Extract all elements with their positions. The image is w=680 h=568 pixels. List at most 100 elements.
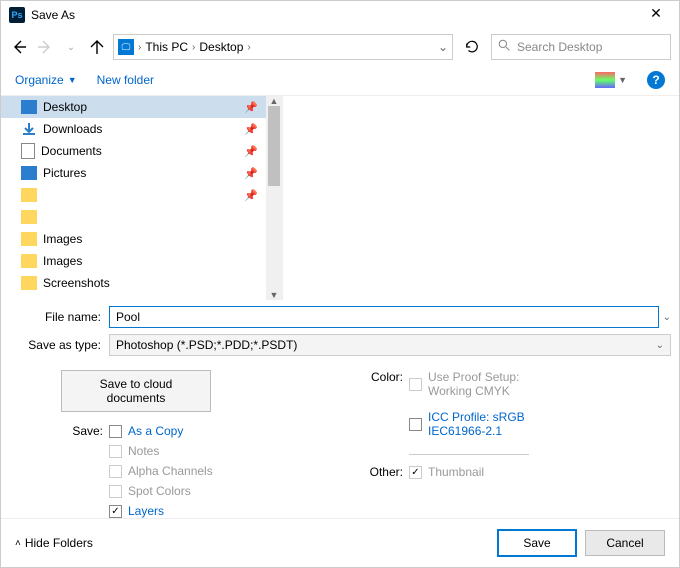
chk-layers[interactable]: ✓ Layers <box>109 504 213 518</box>
chevron-right-icon: › <box>138 42 141 53</box>
download-icon <box>21 122 37 136</box>
file-name-label: File name: <box>9 310 109 324</box>
breadcrumb-root[interactable]: This PC <box>145 40 188 54</box>
checkbox-icon <box>409 378 422 391</box>
window-title: Save As <box>31 8 75 22</box>
chevron-down-icon[interactable]: ⌄ <box>663 312 671 323</box>
content-pane[interactable] <box>282 96 679 300</box>
breadcrumb-leaf[interactable]: Desktop <box>199 40 243 54</box>
pin-icon: 📌 <box>244 123 258 136</box>
save-type-label: Save as type: <box>9 338 109 352</box>
pc-icon: 🖵 <box>118 39 134 55</box>
pin-icon: 📌 <box>244 145 258 158</box>
folder-tree[interactable]: Desktop 📌 Downloads 📌 Documents 📌 Pictur… <box>1 96 266 300</box>
view-icon <box>595 72 615 88</box>
chk-spot: Spot Colors <box>109 484 213 498</box>
main: Desktop 📌 Downloads 📌 Documents 📌 Pictur… <box>1 96 679 300</box>
up-icon[interactable] <box>87 37 107 57</box>
app-icon: Ps <box>9 7 25 23</box>
pin-icon: 📌 <box>244 189 258 202</box>
tree-item-label: Desktop <box>43 100 87 114</box>
folder-icon <box>21 188 37 202</box>
pin-icon: 📌 <box>244 101 258 114</box>
close-icon[interactable]: ✕ <box>641 5 671 25</box>
chevron-down-icon: ⌄ <box>656 340 664 351</box>
tree-item-downloads[interactable]: Downloads 📌 <box>1 118 266 140</box>
refresh-icon[interactable] <box>459 34 485 60</box>
file-name-input[interactable] <box>109 306 659 328</box>
search-placeholder: Search Desktop <box>517 40 602 54</box>
chevron-right-icon: › <box>247 42 250 53</box>
toolbar: Organize ▼ New folder ▼ ? <box>1 65 679 96</box>
checkbox-icon: ✓ <box>109 505 122 518</box>
chevron-right-icon: › <box>192 42 195 53</box>
organize-button[interactable]: Organize ▼ <box>15 73 77 87</box>
save-cloud-button[interactable]: Save to cloud documents <box>61 370 211 412</box>
tree-item-images[interactable]: Images <box>1 228 266 250</box>
scroll-down-icon[interactable]: ▼ <box>266 290 282 300</box>
forward-icon <box>35 37 55 57</box>
save-type-value: Photoshop (*.PSD;*.PDD;*.PSDT) <box>116 338 297 352</box>
chevron-down-icon: ▼ <box>618 75 627 85</box>
new-folder-button[interactable]: New folder <box>97 73 154 87</box>
other-label: Other: <box>361 465 403 479</box>
save-as-dialog: Ps Save As ✕ ⌄ 🖵 › This PC › Desktop › ⌄ <box>0 0 680 568</box>
checkbox-icon <box>109 465 122 478</box>
help-icon[interactable]: ? <box>647 71 665 89</box>
tree-item-label: Downloads <box>43 122 102 136</box>
chk-alpha: Alpha Channels <box>109 464 213 478</box>
tree-item[interactable] <box>1 206 266 228</box>
chevron-down-icon: ▼ <box>68 75 77 85</box>
chk-as-a-copy[interactable]: As a Copy <box>109 424 213 438</box>
tree-item-label: Screenshots <box>43 276 110 290</box>
picture-icon <box>21 166 37 180</box>
cancel-button[interactable]: Cancel <box>585 530 665 556</box>
form: File name: ⌄ Save as type: Photoshop (*.… <box>1 300 679 362</box>
tree-item-pictures[interactable]: Pictures 📌 <box>1 162 266 184</box>
save-button[interactable]: Save <box>497 529 577 557</box>
titlebar: Ps Save As ✕ <box>1 1 679 29</box>
checkbox-icon <box>409 418 422 431</box>
recent-icon[interactable]: ⌄ <box>61 37 81 57</box>
tree-item[interactable]: 📌 <box>1 184 266 206</box>
folder-icon <box>21 254 37 268</box>
chk-proof: Use Proof Setup: Working CMYK <box>409 370 548 398</box>
folder-icon <box>21 232 37 246</box>
checkbox-icon <box>109 485 122 498</box>
desktop-icon <box>21 100 37 114</box>
search-input[interactable]: Search Desktop <box>491 34 671 60</box>
scrollbar[interactable]: ▲ ▼ <box>266 96 282 300</box>
view-button[interactable]: ▼ <box>595 72 627 88</box>
tree-item-desktop[interactable]: Desktop 📌 <box>1 96 266 118</box>
checkbox-icon: ✓ <box>409 466 422 479</box>
chk-notes: Notes <box>109 444 213 458</box>
chk-icc[interactable]: ICC Profile: sRGB IEC61966-2.1 <box>409 410 525 438</box>
back-icon[interactable] <box>9 37 29 57</box>
scroll-thumb[interactable] <box>268 106 280 186</box>
tree-item-label: Images <box>43 232 82 246</box>
divider <box>409 454 529 455</box>
tree-item-documents[interactable]: Documents 📌 <box>1 140 266 162</box>
document-icon <box>21 143 35 159</box>
pin-icon: 📌 <box>244 167 258 180</box>
folder-icon <box>21 276 37 290</box>
checkbox-icon <box>109 445 122 458</box>
save-type-select[interactable]: Photoshop (*.PSD;*.PDD;*.PSDT) ⌄ <box>109 334 671 356</box>
search-icon <box>498 39 511 55</box>
checkbox-icon <box>109 425 122 438</box>
hide-folders-button[interactable]: ˄ Hide Folders <box>15 536 93 550</box>
tree-item-images[interactable]: Images <box>1 250 266 272</box>
scroll-up-icon[interactable]: ▲ <box>266 96 282 106</box>
tree-item-label: Documents <box>41 144 102 158</box>
save-options: Save to cloud documents Save: As a Copy … <box>1 362 679 518</box>
chevron-down-icon[interactable]: ⌄ <box>438 40 448 54</box>
tree-item-label: Images <box>43 254 82 268</box>
footer: ˄ Hide Folders Save Cancel <box>1 518 679 567</box>
save-label: Save: <box>61 424 103 438</box>
breadcrumb[interactable]: 🖵 › This PC › Desktop › ⌄ <box>113 34 453 60</box>
tree-item-screenshots[interactable]: Screenshots <box>1 272 266 294</box>
tree-item-label: Pictures <box>43 166 86 180</box>
navbar: ⌄ 🖵 › This PC › Desktop › ⌄ Search Deskt… <box>1 29 679 65</box>
chk-thumbnail: ✓ Thumbnail <box>409 465 484 479</box>
chevron-up-icon: ˄ <box>15 538 21 549</box>
